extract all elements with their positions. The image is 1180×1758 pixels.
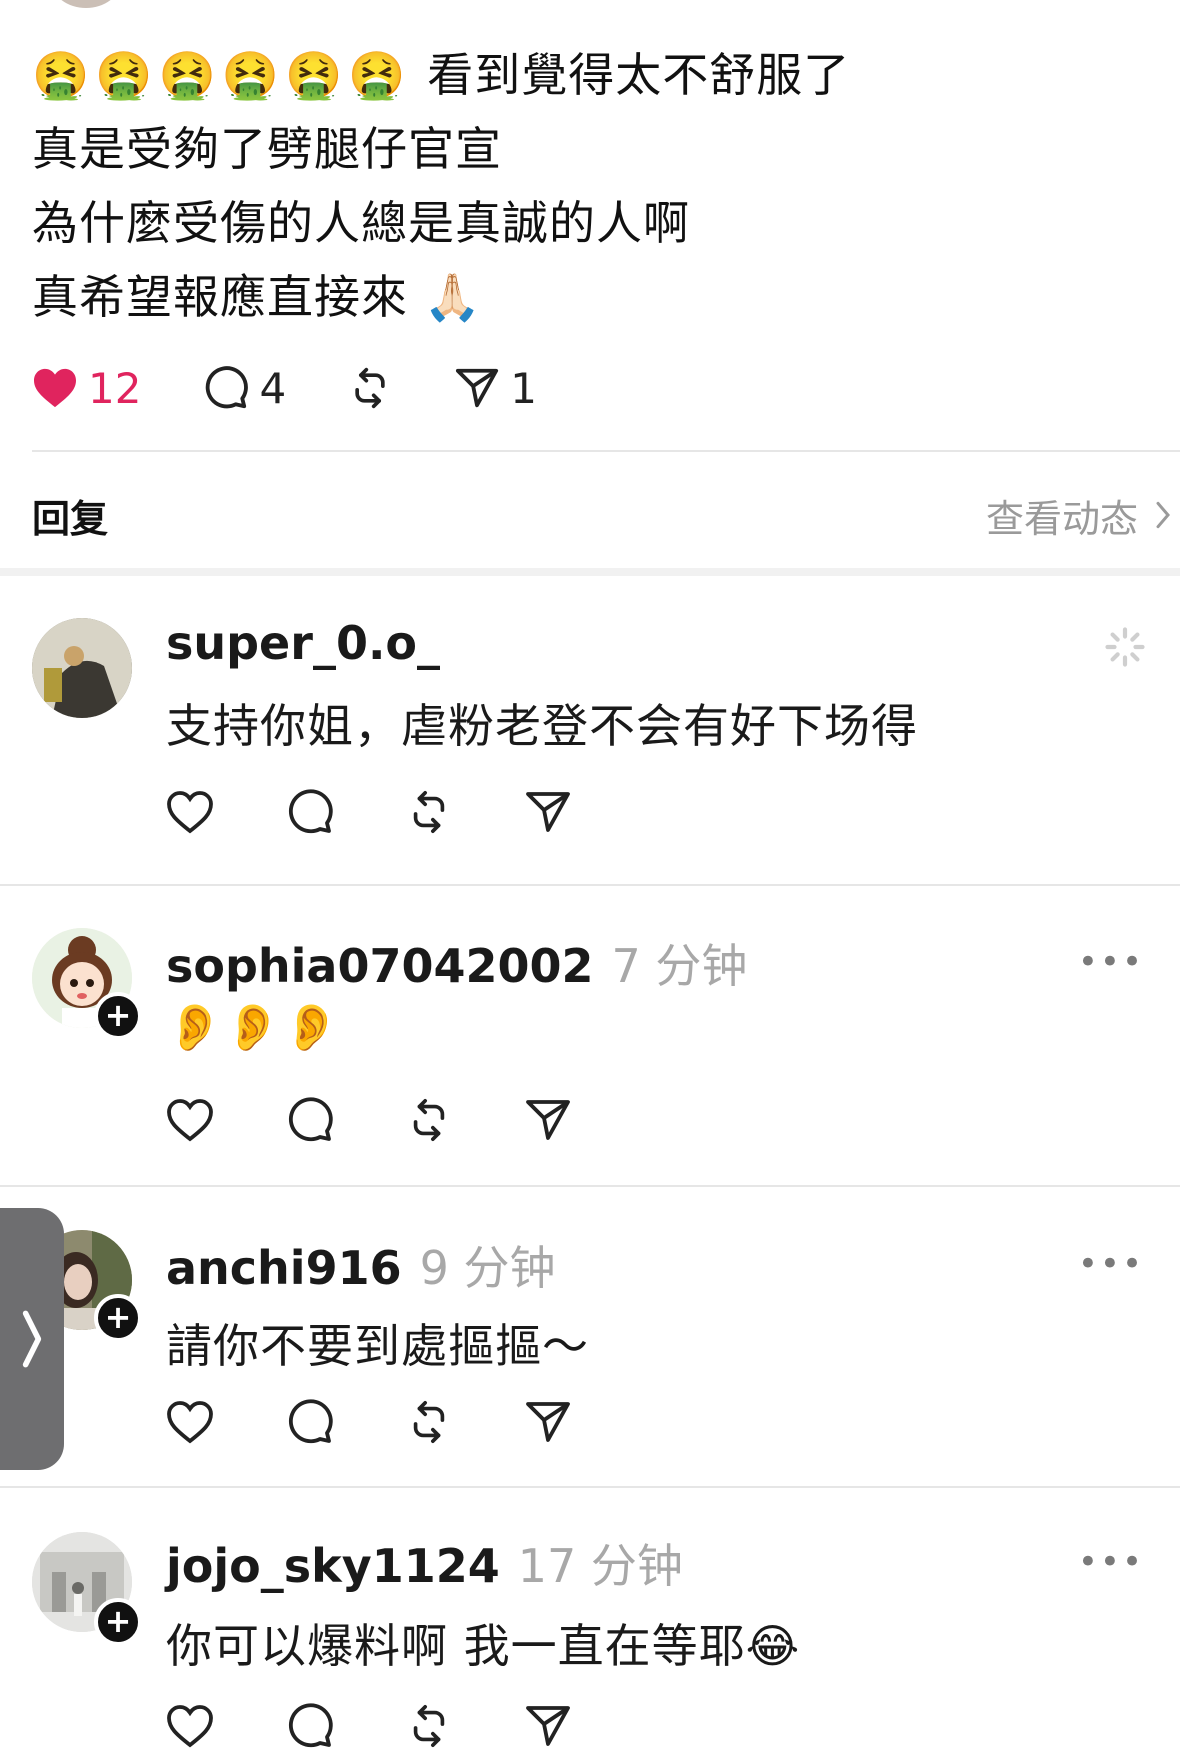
comment-actions bbox=[166, 1702, 644, 1750]
repost-icon bbox=[355, 367, 385, 409]
send-icon bbox=[456, 368, 499, 408]
follow-plus-button[interactable]: + bbox=[94, 1294, 142, 1342]
comment-icon bbox=[288, 789, 333, 834]
like-button[interactable]: 12 bbox=[32, 364, 141, 413]
pray-emoji: 🙏🏻 bbox=[423, 270, 482, 324]
repost-icon bbox=[413, 1401, 445, 1443]
comment-text: 支持你姐，虐粉老登不会有好下场得 bbox=[166, 699, 918, 753]
reply-button[interactable] bbox=[286, 1398, 334, 1446]
comment-icon bbox=[206, 366, 249, 409]
comment-text: 你可以爆料啊 我一直在等耶😂 bbox=[166, 1619, 801, 1673]
reply-button[interactable] bbox=[286, 1096, 334, 1144]
send-icon bbox=[526, 1100, 570, 1140]
comment-icon bbox=[288, 1399, 333, 1444]
more-options-button[interactable]: ••• bbox=[1078, 942, 1144, 982]
post-line-1: 🤮🤮🤮🤮🤮🤮 看到覺得太不舒服了 bbox=[32, 38, 1152, 112]
repost-button[interactable] bbox=[406, 1097, 452, 1143]
comment-time: 9 分钟 bbox=[419, 1241, 556, 1295]
comment-time: 17 分钟 bbox=[517, 1539, 683, 1593]
username-text: anchi916 bbox=[166, 1241, 402, 1295]
repost-button[interactable] bbox=[406, 1703, 452, 1749]
share-button[interactable] bbox=[524, 788, 572, 836]
follow-plus-button[interactable]: + bbox=[94, 992, 142, 1040]
username-text: sophia07042002 bbox=[166, 939, 594, 993]
comment-actions bbox=[166, 1096, 644, 1144]
share-count: 1 bbox=[510, 363, 537, 413]
post-line-4: 真希望報應直接來 🙏🏻 bbox=[32, 260, 1152, 334]
post-text-line-1: 看到覺得太不舒服了 bbox=[427, 48, 851, 102]
comment-icon bbox=[288, 1703, 333, 1748]
vomit-emoji-row: 🤮🤮🤮🤮🤮🤮 bbox=[32, 48, 412, 102]
comment-username[interactable]: jojo_sky1124 17 分钟 bbox=[166, 1530, 683, 1596]
heart-icon bbox=[167, 1705, 213, 1748]
divider bbox=[0, 1486, 1180, 1488]
username-text: jojo_sky1124 bbox=[166, 1539, 500, 1593]
chevron-right-icon bbox=[22, 1310, 42, 1368]
repost-button[interactable] bbox=[406, 789, 452, 835]
section-separator bbox=[0, 568, 1180, 576]
avatar[interactable] bbox=[32, 618, 132, 718]
comment-text: 👂👂👂 bbox=[166, 1000, 341, 1054]
more-options-button[interactable]: ••• bbox=[1078, 1244, 1144, 1284]
post-text-line-2: 真是受夠了劈腿仔官宣 bbox=[32, 122, 502, 176]
share-button[interactable] bbox=[524, 1702, 572, 1750]
post-text-line-4: 真希望報應直接來 bbox=[32, 270, 408, 324]
view-activity-link[interactable]: 查看动态 bbox=[986, 488, 1172, 543]
like-button[interactable] bbox=[166, 1400, 214, 1444]
reply-button[interactable] bbox=[286, 1702, 334, 1750]
comment-button[interactable]: 4 bbox=[203, 364, 286, 413]
post-author-avatar[interactable] bbox=[52, 0, 120, 8]
share-button[interactable]: 1 bbox=[454, 364, 537, 413]
comment-username[interactable]: anchi916 9 分钟 bbox=[166, 1232, 555, 1298]
view-activity-label: 查看动态 bbox=[985, 496, 1138, 541]
comment-icon bbox=[288, 1097, 333, 1142]
like-count: 12 bbox=[88, 363, 142, 413]
share-button[interactable] bbox=[524, 1096, 572, 1144]
like-button[interactable] bbox=[166, 1704, 214, 1748]
repost-icon bbox=[413, 1705, 445, 1747]
send-icon bbox=[526, 792, 570, 832]
comment-actions bbox=[166, 1398, 644, 1446]
heart-filled-icon bbox=[34, 368, 76, 408]
comment-text: 請你不要到處摳摳～ bbox=[166, 1319, 589, 1373]
reply-bar: 回复 查看动态 bbox=[32, 485, 1172, 545]
send-icon bbox=[526, 1706, 570, 1746]
heart-icon bbox=[167, 1401, 213, 1444]
share-button[interactable] bbox=[524, 1398, 572, 1446]
post-text-line-3: 為什麼受傷的人總是真誠的人啊 bbox=[32, 196, 690, 250]
comment-time: 7 分钟 bbox=[611, 939, 748, 993]
like-button[interactable] bbox=[166, 790, 214, 834]
side-drawer-handle[interactable] bbox=[0, 1208, 64, 1470]
send-icon bbox=[526, 1402, 570, 1442]
heart-icon bbox=[167, 1099, 213, 1142]
divider bbox=[32, 450, 1180, 452]
heart-icon bbox=[167, 791, 213, 834]
reply-button[interactable] bbox=[286, 788, 334, 836]
comment-count: 4 bbox=[259, 363, 287, 413]
comment-actions bbox=[166, 788, 644, 836]
username-text: super_0.o_ bbox=[166, 616, 441, 670]
comment-username[interactable]: sophia07042002 7 分钟 bbox=[166, 930, 747, 996]
repost-button[interactable] bbox=[406, 1399, 452, 1445]
avatar-photo-icon bbox=[32, 618, 132, 718]
chevron-right-icon bbox=[1156, 501, 1170, 529]
repost-icon bbox=[413, 791, 445, 833]
divider bbox=[0, 1185, 1180, 1187]
more-options-button[interactable]: ••• bbox=[1078, 1542, 1144, 1582]
like-button[interactable] bbox=[166, 1098, 214, 1142]
divider bbox=[0, 884, 1180, 886]
repost-button[interactable] bbox=[348, 366, 392, 410]
replies-heading: 回复 bbox=[32, 496, 109, 541]
follow-plus-button[interactable]: + bbox=[94, 1598, 142, 1646]
comment-username[interactable]: super_0.o_ bbox=[166, 616, 440, 670]
post-actions: 12 4 1 bbox=[32, 360, 599, 416]
loading-spinner-icon bbox=[1105, 627, 1145, 667]
repost-icon bbox=[413, 1099, 445, 1141]
post-body: 🤮🤮🤮🤮🤮🤮 看到覺得太不舒服了 真是受夠了劈腿仔官宣 為什麼受傷的人總是真誠的… bbox=[32, 38, 1152, 334]
